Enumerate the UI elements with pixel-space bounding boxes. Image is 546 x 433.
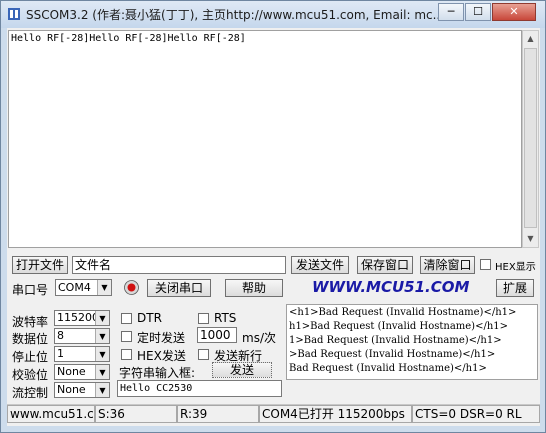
flow-label: 流控制 bbox=[12, 386, 49, 400]
status-signals: CTS=0 DSR=0 RL bbox=[412, 405, 540, 423]
maximize-button[interactable]: ☐ bbox=[465, 3, 491, 21]
filename-field[interactable]: 文件名 bbox=[72, 256, 286, 274]
send-input[interactable]: Hello CC2530 bbox=[117, 380, 282, 397]
minimize-button[interactable]: ─ bbox=[438, 3, 464, 21]
hex-display-label: HEX显示 bbox=[495, 262, 536, 273]
baud-label: 波特率 bbox=[12, 315, 49, 329]
flow-value: None bbox=[57, 383, 86, 396]
baud-value: 115200 bbox=[57, 311, 99, 324]
clear-window-button[interactable]: 清除窗口 bbox=[420, 256, 475, 274]
hex-display-checkbox[interactable] bbox=[480, 259, 491, 270]
port-status-icon bbox=[124, 280, 139, 295]
chevron-down-icon[interactable]: ▼ bbox=[95, 329, 109, 343]
send-newline-checkbox[interactable] bbox=[198, 349, 209, 360]
close-button[interactable]: ✕ bbox=[492, 3, 536, 21]
scroll-thumb[interactable] bbox=[524, 48, 537, 228]
help-button[interactable]: 帮助 bbox=[225, 279, 283, 297]
response-line: 1>Bad Request (Invalid Hostname)</h1> bbox=[289, 335, 502, 346]
databits-select[interactable]: 8 ▼ bbox=[54, 328, 110, 344]
open-file-button[interactable]: 打开文件 bbox=[12, 256, 68, 274]
response-display[interactable]: <h1>Bad Request (Invalid Hostname)</h1> … bbox=[286, 304, 538, 380]
timed-send-checkbox[interactable] bbox=[121, 331, 132, 342]
hex-send-label: HEX发送 bbox=[137, 349, 186, 363]
expand-button[interactable]: 扩展 bbox=[496, 279, 534, 297]
baud-select[interactable]: 115200 ▼ bbox=[54, 310, 110, 326]
databits-value: 8 bbox=[57, 329, 64, 342]
scroll-up-icon[interactable]: ▲ bbox=[523, 31, 538, 47]
interval-field[interactable]: 1000 bbox=[197, 327, 237, 343]
stopbits-label: 停止位 bbox=[12, 350, 49, 364]
receive-scrollbar[interactable]: ▲ ▼ bbox=[522, 30, 539, 248]
dtr-checkbox[interactable] bbox=[121, 313, 132, 324]
port-select[interactable]: COM4 ▼ bbox=[55, 279, 112, 296]
chevron-down-icon[interactable]: ▼ bbox=[97, 280, 111, 295]
scroll-down-icon[interactable]: ▼ bbox=[523, 231, 538, 247]
parity-label: 校验位 bbox=[12, 368, 49, 382]
stopbits-select[interactable]: 1 ▼ bbox=[54, 346, 110, 362]
status-received-count: R:39 bbox=[177, 405, 259, 423]
interval-unit: ms/次 bbox=[242, 331, 276, 345]
response-line: h1>Bad Request (Invalid Hostname)</h1> bbox=[289, 321, 509, 332]
save-window-button[interactable]: 保存窗口 bbox=[357, 256, 413, 274]
hex-send-checkbox[interactable] bbox=[121, 349, 132, 360]
databits-label: 数据位 bbox=[12, 332, 49, 346]
status-port-state: COM4已打开 115200bps bbox=[259, 405, 412, 423]
close-port-button[interactable]: 关闭串口 bbox=[147, 279, 211, 297]
flow-select[interactable]: None ▼ bbox=[54, 382, 110, 398]
rts-label: RTS bbox=[214, 311, 237, 325]
response-line: >Bad Request (Invalid Hostname)</h1> bbox=[289, 349, 496, 360]
stopbits-value: 1 bbox=[57, 347, 64, 360]
response-line: <h1>Bad Request (Invalid Hostname)</h1> bbox=[289, 307, 517, 318]
parity-value: None bbox=[57, 365, 86, 378]
chevron-down-icon[interactable]: ▼ bbox=[95, 383, 109, 397]
status-sent-count: S:36 bbox=[95, 405, 177, 423]
port-label: 串口号 bbox=[12, 283, 49, 297]
receive-textarea[interactable]: Hello RF[-28]Hello RF[-28]Hello RF[-28] bbox=[8, 30, 522, 248]
window-title: SSCOM3.2 (作者:聂小猛(丁丁), 主页http://www.mcu51… bbox=[26, 8, 445, 22]
chevron-down-icon[interactable]: ▼ bbox=[95, 365, 109, 379]
website-link[interactable]: WWW.MCU51.COM bbox=[312, 278, 469, 296]
input-label: 字符串输入框: bbox=[119, 366, 196, 380]
app-icon bbox=[7, 7, 21, 21]
response-line: Bad Request (Invalid Hostname)</h1> bbox=[289, 363, 487, 374]
port-value: COM4 bbox=[58, 281, 91, 294]
send-file-button[interactable]: 发送文件 bbox=[291, 256, 349, 274]
timed-send-label: 定时发送 bbox=[137, 331, 186, 345]
send-button[interactable]: 发送 bbox=[212, 362, 272, 378]
status-site: www.mcu51.cor bbox=[7, 405, 95, 423]
chevron-down-icon[interactable]: ▼ bbox=[95, 347, 109, 361]
parity-select[interactable]: None ▼ bbox=[54, 364, 110, 380]
chevron-down-icon[interactable]: ▼ bbox=[95, 311, 109, 325]
dtr-label: DTR bbox=[137, 311, 162, 325]
rts-checkbox[interactable] bbox=[198, 313, 209, 324]
